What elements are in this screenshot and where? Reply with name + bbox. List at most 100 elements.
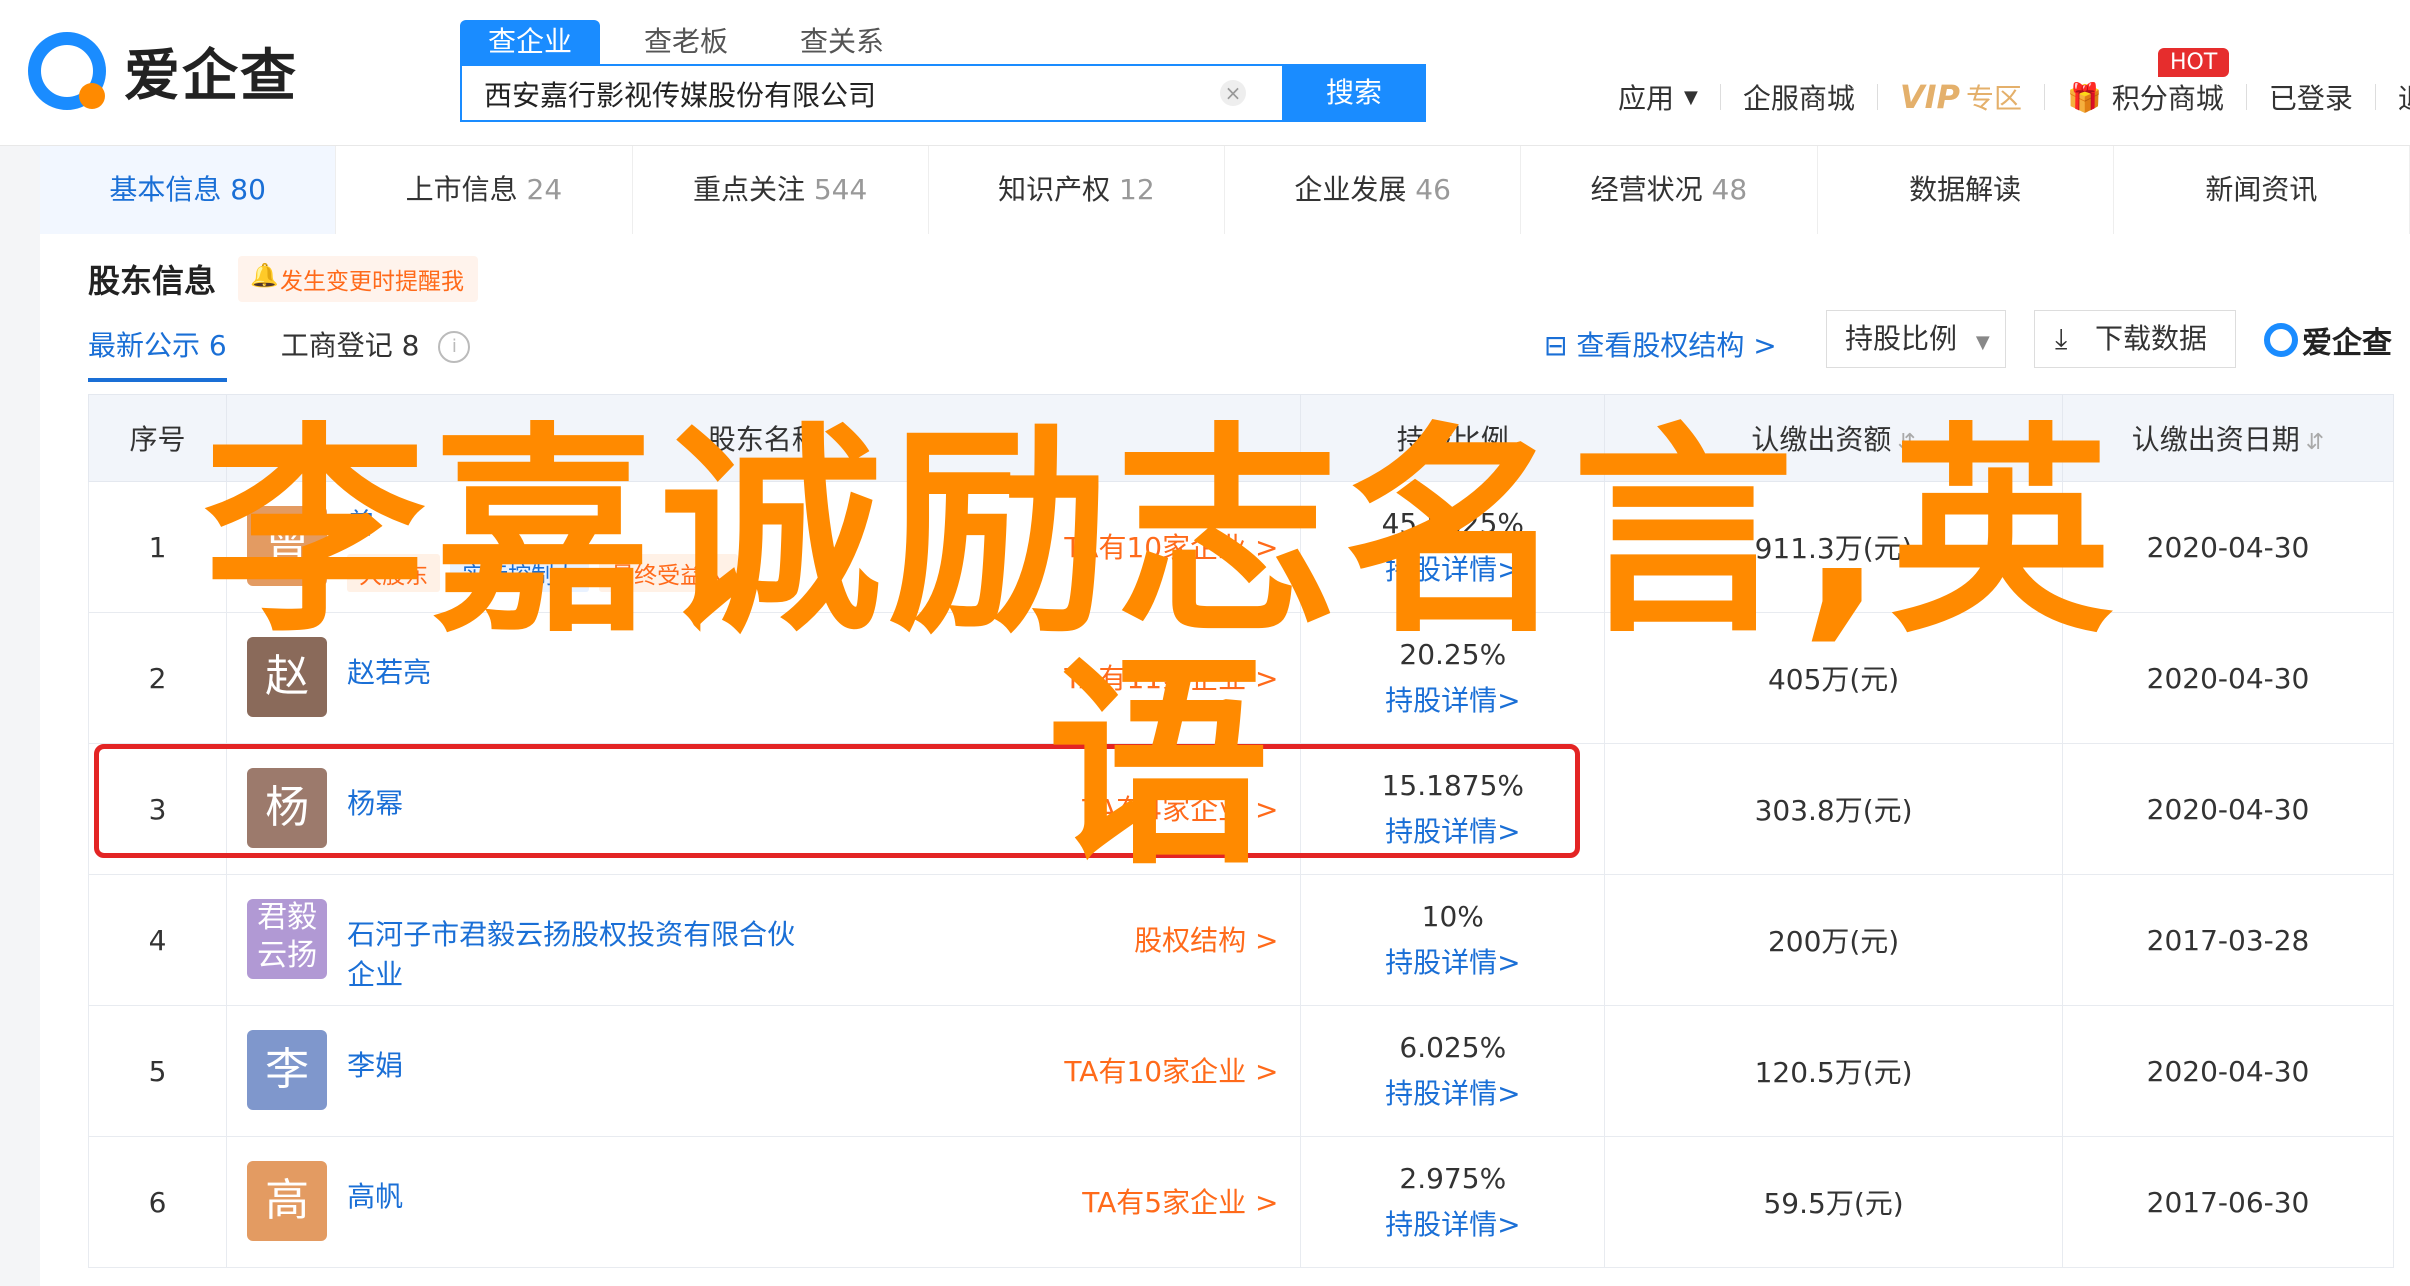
hot-badge: HOT: [2158, 48, 2230, 77]
shareholder-name-link[interactable]: 高帆: [347, 1177, 403, 1217]
download-label: 下载数据: [2095, 322, 2208, 355]
logo-magnifier-icon: [2264, 323, 2298, 357]
tab-development[interactable]: 企业发展 46: [1225, 146, 1522, 234]
tab-label: 数据解读: [1909, 173, 2022, 206]
tab-count: 12: [1119, 173, 1155, 206]
section-title: 股东信息: [88, 262, 217, 300]
download-data-button[interactable]: ⤓ 下载数据: [2034, 310, 2236, 368]
cell-amount: 200万(元): [1604, 874, 2064, 1006]
nav-apps[interactable]: 应用 ▼: [1596, 77, 1720, 117]
avatar[interactable]: 李: [247, 1030, 328, 1110]
tab-count: 24: [526, 173, 563, 206]
holding-detail-link[interactable]: 持股详情>: [1302, 941, 1603, 981]
holding-detail-link[interactable]: 持股详情>: [1302, 1203, 1603, 1243]
change-alert-label: 发生变更时提醒我: [280, 269, 464, 295]
site-logo[interactable]: 爱企查: [28, 26, 298, 116]
avatar[interactable]: 君毅云扬: [247, 899, 328, 979]
tab-key-focus[interactable]: 重点关注 544: [633, 146, 929, 234]
cell-ratio: 2.975% 持股详情>: [1300, 1136, 1606, 1268]
tab-label: 重点关注: [692, 173, 805, 206]
cell-date: 2017-03-28: [2062, 874, 2394, 1006]
tab-registration-label: 工商登记 8: [280, 329, 420, 362]
clear-icon[interactable]: ×: [1220, 80, 1246, 106]
shareholder-sub-tabs: 最新公示 6 工商登记 8 i: [88, 324, 524, 382]
logo-magnifier-icon: [28, 32, 106, 110]
search-input[interactable]: [482, 66, 1246, 122]
related-firms-link[interactable]: TA有5家企业 >: [1082, 1181, 1278, 1221]
info-icon[interactable]: i: [438, 331, 471, 363]
tab-count: 80: [230, 173, 266, 206]
tab-count: 46: [1415, 173, 1451, 206]
nav-points-mall[interactable]: 🎁 积分商城: [2045, 77, 2246, 117]
tab-label: 新闻资讯: [2205, 173, 2318, 206]
table-row: 5 李李娟 TA有10家企业 > 6.025% 持股详情> 120.5万(元) 2020-0…: [87, 1005, 2394, 1137]
cell-date: 2020-04-30: [2062, 1005, 2394, 1137]
vip-icon: VIP: [1899, 78, 1960, 116]
gift-icon: 🎁: [2067, 80, 2102, 114]
nav-services[interactable]: 企服商城: [1721, 77, 1877, 117]
ratio-sort-select[interactable]: 持股比例 ▼: [1826, 310, 2006, 368]
top-header: 爱企查 查企业 查老板 查关系 × 搜索 HOT 应用 ▼ 企服商城 VIP 专…: [0, 0, 2410, 146]
ratio-select-label: 持股比例: [1845, 322, 1958, 355]
cell-no: 6: [87, 1136, 228, 1268]
cell-shareholder: 高高帆 TA有5家企业 >: [226, 1136, 1302, 1268]
ratio-value: 10%: [1421, 899, 1484, 933]
cell-no: 5: [87, 1005, 228, 1137]
tab-data-analysis[interactable]: 数据解读: [1818, 146, 2114, 234]
vip-zone-label: 专区: [1966, 82, 2023, 115]
tab-operations[interactable]: 经营状况 48: [1521, 146, 1818, 234]
shareholder-name-link[interactable]: 李娟: [347, 1046, 403, 1086]
tab-count: 48: [1711, 173, 1748, 206]
tab-search-boss[interactable]: 查老板: [616, 20, 756, 64]
cell-amount: 120.5万(元): [1604, 1005, 2064, 1137]
holding-detail-link[interactable]: 持股详情>: [1302, 1072, 1603, 1112]
cell-no: 4: [87, 874, 228, 1006]
structure-icon: ⊟: [1544, 329, 1568, 362]
tab-label: 基本信息: [109, 173, 222, 206]
nav-points-label: 积分商城: [2111, 82, 2224, 115]
nav-vip-zone[interactable]: VIP 专区: [1878, 77, 2044, 117]
tab-label: 上市信息: [405, 173, 518, 206]
cell-ratio: 10% 持股详情>: [1300, 874, 1606, 1006]
logo-text: 爱企查: [124, 43, 298, 109]
change-alert-button[interactable]: 🔔 发生变更时提醒我: [238, 256, 478, 302]
cell-date: 2017-06-30: [2062, 1136, 2394, 1268]
equity-link-label: 查看股权结构 >: [1576, 329, 1777, 362]
search-button[interactable]: 搜索: [1282, 64, 1426, 122]
tab-latest-disclosure[interactable]: 最新公示 6: [88, 324, 227, 382]
nav-apps-label: 应用: [1618, 82, 1675, 115]
tab-news[interactable]: 新闻资讯: [2114, 146, 2410, 234]
watermark-logo: 爱企查: [2264, 318, 2392, 362]
cell-amount: 59.5万(元): [1604, 1136, 2064, 1268]
download-icon: ⤓: [2055, 322, 2068, 355]
tab-registration[interactable]: 工商登记 8 i: [281, 324, 471, 382]
caret-down-icon: ▼: [1975, 332, 1990, 353]
tab-search-relation[interactable]: 查关系: [772, 20, 912, 64]
tab-count: 544: [813, 173, 868, 206]
tab-label: 知识产权: [998, 173, 1111, 206]
shareholder-name-link[interactable]: 石河子市君毅云扬股权投资有限合伙企业: [347, 915, 807, 995]
tab-label: 企业发展: [1294, 173, 1407, 206]
tab-basic-info[interactable]: 基本信息 80: [40, 146, 337, 234]
caret-down-icon: ▼: [1684, 86, 1698, 108]
nav-user[interactable]: 已登录: [2247, 77, 2375, 117]
search-type-tabs: 查企业 查老板 查关系: [460, 20, 928, 64]
top-nav: 应用 ▼ 企服商城 VIP 专区 🎁 积分商城 已登录 退出: [1596, 74, 2410, 120]
watermark-logo-text: 爱企查: [2302, 326, 2392, 361]
ratio-value: 6.025%: [1399, 1030, 1507, 1064]
cell-shareholder: 李李娟 TA有10家企业 >: [226, 1005, 1302, 1137]
overlay-title: 李嘉诚励志名言,英语: [203, 405, 2119, 895]
tab-ip[interactable]: 知识产权 12: [929, 146, 1225, 234]
nav-logout[interactable]: 退出: [2376, 77, 2410, 117]
tab-label: 经营状况: [1590, 173, 1703, 206]
avatar[interactable]: 高: [247, 1161, 328, 1241]
equity-structure-link[interactable]: ⊟ 查看股权结构 >: [1544, 324, 1777, 364]
bell-icon: 🔔: [250, 263, 279, 289]
related-firms-link[interactable]: TA有10家企业 >: [1064, 1050, 1278, 1090]
tab-search-company[interactable]: 查企业: [460, 20, 600, 64]
category-tabs: 基本信息 80 上市信息 24 重点关注 544 知识产权 12 企业发展 46…: [40, 146, 2410, 235]
related-firms-link[interactable]: 股权结构 >: [1134, 919, 1278, 959]
cell-ratio: 6.025% 持股详情>: [1300, 1005, 1606, 1137]
tab-listing-info[interactable]: 上市信息 24: [336, 146, 633, 234]
sort-icon: ⇵: [2305, 430, 2325, 455]
